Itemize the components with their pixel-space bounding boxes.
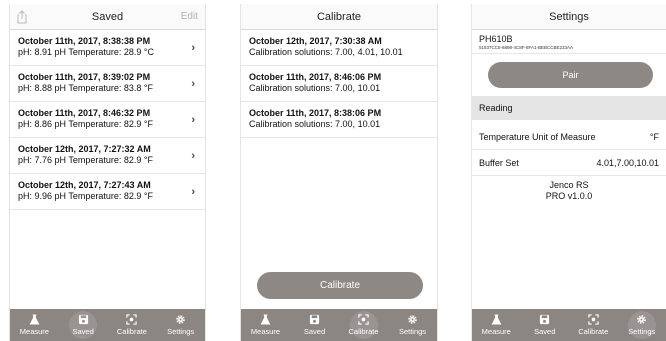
tab-label: Measure bbox=[481, 327, 511, 336]
tab-measure[interactable]: Measure bbox=[472, 309, 521, 341]
calibrate-nav-bar: Calibrate bbox=[241, 4, 437, 30]
tab-saved[interactable]: Saved bbox=[59, 309, 108, 341]
tab-label: Saved bbox=[534, 327, 556, 336]
chevron-right-icon: › bbox=[191, 150, 195, 162]
tab-label: Saved bbox=[72, 327, 94, 336]
tab-bar: Measure Saved Calibrate Settings bbox=[241, 309, 437, 341]
tab-label: Saved bbox=[303, 327, 326, 336]
list-item-detail: pH: 9.96 pH Temperature: 82.9 °F bbox=[18, 191, 154, 201]
list-item-title: October 12th, 2017, 7:30:38 AM bbox=[249, 36, 382, 46]
tab-saved[interactable]: Saved bbox=[290, 309, 339, 341]
list-item-detail: pH: 8.86 pH Temperature: 82.9 °F bbox=[18, 119, 154, 129]
list-item-detail: Calibration solutions: 7.00, 10.01 bbox=[249, 119, 381, 129]
buffer-set-value: 4.01,7.00,10.01 bbox=[596, 157, 659, 168]
list-item-detail: pH: 8.91 pH Temperature: 28.9 °C bbox=[18, 47, 155, 57]
calibrate-button[interactable]: Calibrate bbox=[257, 272, 423, 299]
list-item-title: October 11th, 2017, 8:39:02 PM bbox=[18, 72, 151, 82]
list-item[interactable]: October 12th, 2017, 7:27:43 AM pH: 9.96 … bbox=[10, 174, 205, 210]
page-title: Calibrate bbox=[316, 10, 362, 23]
app-version: PRO v1.0.0 bbox=[545, 191, 593, 201]
list-item[interactable]: October 11th, 2017, 8:46:06 PM Calibrati… bbox=[241, 66, 437, 102]
list-item-title: October 11th, 2017, 8:38:06 PM bbox=[249, 108, 382, 118]
saved-screen: Saved Edit October 11th, 2017, 8:38:38 P… bbox=[9, 4, 206, 341]
settings-nav-bar: Settings bbox=[472, 4, 666, 30]
gear-icon bbox=[176, 315, 185, 324]
tab-bar: Measure Saved Calibrate Settings bbox=[472, 309, 666, 341]
device-id: 51837CC6-6898-4C8F-8FA1-BEBCCBE233AA bbox=[479, 45, 574, 50]
list-item-title: October 11th, 2017, 8:46:32 PM bbox=[18, 108, 151, 118]
floppy-disk-icon bbox=[309, 314, 320, 325]
tab-settings[interactable]: Settings bbox=[388, 309, 437, 341]
saved-list: October 11th, 2017, 8:38:38 PM pH: 8.91 … bbox=[10, 30, 205, 210]
floppy-disk-icon bbox=[78, 314, 88, 325]
tab-label: Calibrate bbox=[348, 327, 379, 336]
brand-name: Jenco RS bbox=[549, 180, 589, 190]
list-item[interactable]: October 11th, 2017, 8:46:32 PM pH: 8.86 … bbox=[10, 102, 205, 138]
tab-label: Settings bbox=[167, 327, 195, 336]
calibrate-target-icon bbox=[126, 314, 138, 325]
flask-icon bbox=[491, 314, 502, 325]
list-item-title: October 11th, 2017, 8:46:06 PM bbox=[249, 72, 382, 82]
pair-button[interactable]: Pair bbox=[488, 62, 653, 88]
tab-settings[interactable]: Settings bbox=[618, 309, 666, 341]
temperature-unit-row[interactable]: Temperature Unit of Measure °F bbox=[472, 124, 666, 150]
device-name: PH610B bbox=[479, 34, 513, 44]
flask-icon bbox=[260, 314, 271, 325]
flask-icon bbox=[29, 314, 40, 325]
buffer-set-row[interactable]: Buffer Set 4.01,7.00,10.01 bbox=[472, 150, 666, 176]
about-info: Jenco RS PRO v1.0.0 bbox=[472, 180, 666, 202]
tab-label: Settings bbox=[398, 327, 427, 336]
tab-saved[interactable]: Saved bbox=[521, 309, 570, 341]
list-item-title: October 12th, 2017, 7:27:32 AM bbox=[18, 144, 151, 154]
chevron-right-icon: › bbox=[191, 186, 195, 198]
page-title: Saved bbox=[91, 10, 124, 23]
chevron-right-icon: › bbox=[191, 42, 195, 54]
settings-screen: Settings PH610B 51837CC6-6898-4C8F-8FA1-… bbox=[471, 4, 666, 341]
list-item-detail: Calibration solutions: 7.00, 10.01 bbox=[249, 83, 381, 93]
tab-calibrate[interactable]: Calibrate bbox=[569, 309, 618, 341]
list-item-detail: Calibration solutions: 7.00, 4.01, 10.01 bbox=[249, 47, 403, 57]
tab-label: Calibrate bbox=[116, 327, 147, 336]
tab-label: Measure bbox=[19, 327, 49, 336]
share-icon[interactable] bbox=[16, 10, 28, 24]
list-item-detail: pH: 8.88 pH Temperature: 83.8 °F bbox=[18, 83, 154, 93]
list-item[interactable]: October 11th, 2017, 8:38:38 PM pH: 8.91 … bbox=[10, 30, 205, 66]
device-info: PH610B 51837CC6-6898-4C8F-8FA1-BEBCCBE23… bbox=[472, 30, 666, 54]
saved-nav-bar: Saved Edit bbox=[10, 4, 205, 30]
buffer-set-label: Buffer Set bbox=[479, 157, 519, 168]
tab-bar: Measure Saved Calibrate Settings bbox=[10, 309, 205, 341]
calibrate-target-icon bbox=[588, 314, 599, 325]
tab-label: Measure bbox=[250, 327, 281, 336]
tab-calibrate[interactable]: Calibrate bbox=[339, 309, 388, 341]
gear-icon bbox=[408, 315, 417, 324]
calibration-list: October 12th, 2017, 7:30:38 AM Calibrati… bbox=[241, 30, 437, 138]
tab-label: Settings bbox=[628, 327, 656, 336]
tab-calibrate[interactable]: Calibrate bbox=[108, 309, 157, 341]
list-item-title: October 11th, 2017, 8:38:38 PM bbox=[18, 36, 151, 46]
calibrate-target-icon bbox=[358, 314, 369, 325]
edit-button[interactable]: Edit bbox=[181, 11, 198, 22]
temperature-unit-label: Temperature Unit of Measure bbox=[479, 131, 596, 142]
list-item-title: October 12th, 2017, 7:27:43 AM bbox=[18, 180, 151, 190]
chevron-right-icon: › bbox=[191, 78, 195, 90]
list-item[interactable]: October 12th, 2017, 7:30:38 AM Calibrati… bbox=[241, 30, 437, 66]
tab-measure[interactable]: Measure bbox=[10, 309, 59, 341]
page-title: Settings bbox=[549, 10, 589, 23]
calibrate-screen: Calibrate October 12th, 2017, 7:30:38 AM… bbox=[240, 4, 438, 341]
tab-label: Calibrate bbox=[578, 327, 609, 336]
chevron-right-icon: › bbox=[191, 114, 195, 126]
list-item-detail: pH: 7.76 pH Temperature: 82.9 °F bbox=[18, 155, 154, 165]
section-header-reading: Reading bbox=[472, 96, 666, 120]
temperature-unit-value: °F bbox=[649, 131, 659, 142]
list-item[interactable]: October 12th, 2017, 7:27:32 AM pH: 7.76 … bbox=[10, 138, 205, 174]
list-item[interactable]: October 11th, 2017, 8:38:06 PM Calibrati… bbox=[241, 102, 437, 138]
tab-measure[interactable]: Measure bbox=[241, 309, 290, 341]
floppy-disk-icon bbox=[540, 314, 550, 325]
list-item[interactable]: October 11th, 2017, 8:39:02 PM pH: 8.88 … bbox=[10, 66, 205, 102]
gear-icon bbox=[637, 315, 647, 324]
tab-settings[interactable]: Settings bbox=[156, 309, 205, 341]
